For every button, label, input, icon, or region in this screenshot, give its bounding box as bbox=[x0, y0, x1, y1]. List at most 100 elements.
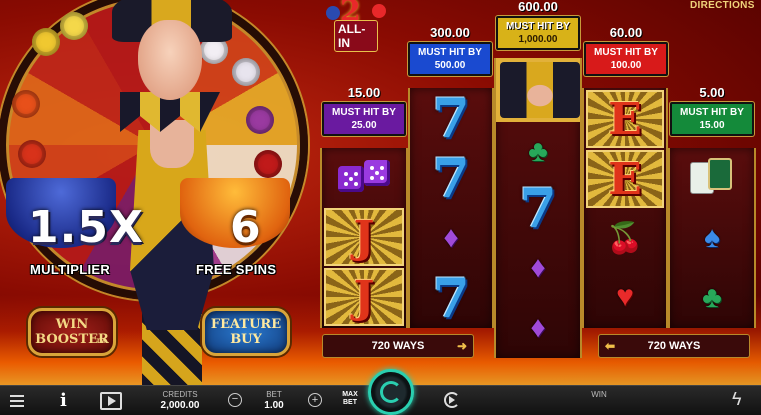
diamond-symbol: ♦ bbox=[530, 311, 546, 344]
jackpot-amount: 60.00 bbox=[609, 25, 643, 40]
jackpot-purple: 15.00 MUST HIT BY 25.00 bbox=[322, 84, 406, 136]
red-rose-decoration bbox=[18, 140, 46, 168]
ways-indicator-left: 720 WAYS ➜ bbox=[322, 334, 474, 358]
dice-icon bbox=[364, 160, 390, 186]
red-rose-icon bbox=[372, 4, 386, 18]
spade-symbol: ♠ bbox=[704, 221, 720, 254]
jackpot-amount: 15.00 bbox=[347, 85, 381, 100]
seven-symbol: 7 bbox=[432, 86, 470, 150]
must-hit-label: MUST HIT BY bbox=[594, 47, 658, 58]
bet-decrease-button[interactable]: − bbox=[228, 393, 242, 407]
must-hit-value: 1,000.00 bbox=[518, 34, 558, 45]
jester-wild-symbol bbox=[496, 58, 580, 122]
e-symbol: E bbox=[586, 90, 664, 148]
reel-3: ♣ 7 ♦ ♦ bbox=[494, 58, 582, 358]
blue-rose-icon bbox=[326, 6, 340, 20]
win-booster-button[interactable]: WIN BOOSTER TM bbox=[28, 308, 116, 356]
j-symbol: J bbox=[324, 268, 404, 326]
playing-card-icon bbox=[708, 158, 732, 190]
jester-portrait bbox=[500, 62, 580, 118]
max-bet-label-line2: BET bbox=[343, 399, 357, 406]
e-symbol: E bbox=[586, 150, 664, 208]
dice-icon bbox=[338, 166, 364, 192]
dice-symbol bbox=[322, 148, 406, 206]
yellow-rose-decoration bbox=[60, 12, 88, 40]
reel-1: J J bbox=[320, 148, 408, 328]
ways-indicator-right: ⬅ 720 WAYS bbox=[598, 334, 750, 358]
diamond-symbol: ♦ bbox=[443, 221, 459, 254]
cards-symbol bbox=[670, 148, 754, 208]
game-stage: 1.5X 6 MULTIPLIER FREE SPINS WIN BOOSTER… bbox=[0, 0, 761, 385]
free-spins-label: FREE SPINS bbox=[196, 262, 277, 277]
feature-buy-label-line2: BUY bbox=[230, 332, 262, 347]
jackpot-must-hit-box: MUST HIT BY 15.00 bbox=[670, 102, 754, 136]
seven-symbol: 7 bbox=[519, 176, 557, 240]
jackpot-must-hit-box: MUST HIT BY 1,000.00 bbox=[496, 16, 580, 50]
j-symbol: J bbox=[324, 208, 404, 266]
must-hit-label: MUST HIT BY bbox=[506, 21, 570, 32]
ways-label: 720 WAYS bbox=[647, 340, 701, 352]
plus-icon: + bbox=[311, 394, 319, 406]
cherry-symbol: 🍒 bbox=[606, 222, 644, 255]
jackpot-gold: 600.00 MUST HIT BY 1,000.00 bbox=[496, 0, 580, 50]
jackpot-amount: 600.00 bbox=[518, 0, 558, 14]
win-label: WIN bbox=[591, 390, 607, 399]
jester-face bbox=[138, 20, 202, 100]
feature-buy-button[interactable]: FEATURE BUY bbox=[202, 308, 290, 356]
credits-label: CREDITS bbox=[162, 390, 198, 399]
orange-rose-decoration bbox=[12, 90, 40, 118]
red-rose-decoration bbox=[254, 150, 282, 178]
minus-icon: − bbox=[231, 393, 239, 405]
reel-4: E E 🍒 ♥ bbox=[582, 88, 668, 328]
club-symbol: ♣ bbox=[528, 135, 548, 168]
ways-label: 720 WAYS bbox=[371, 340, 425, 352]
bet-value: 1.00 bbox=[264, 400, 284, 411]
must-hit-label: MUST HIT BY bbox=[680, 107, 744, 118]
multiplier-label: MULTIPLIER bbox=[30, 262, 111, 277]
trademark-mark: TM bbox=[96, 339, 105, 345]
info-icon[interactable]: i bbox=[60, 390, 67, 411]
jackpot-blue: 300.00 MUST HIT BY 500.00 bbox=[408, 24, 492, 76]
lightning-icon[interactable]: ϟ bbox=[732, 389, 742, 410]
directions-link[interactable]: DIRECTIONS bbox=[690, 0, 755, 11]
free-spins-value: 6 bbox=[230, 202, 262, 253]
must-hit-value: 25.00 bbox=[351, 120, 377, 131]
jackpot-must-hit-box: MUST HIT BY 100.00 bbox=[584, 42, 668, 76]
autoplay-icon[interactable] bbox=[444, 392, 460, 408]
must-hit-label: MUST HIT BY bbox=[418, 47, 482, 58]
jackpot-amount: 5.00 bbox=[699, 85, 725, 100]
jackpot-amount: 300.00 bbox=[430, 25, 470, 40]
jackpot-red: 60.00 MUST HIT BY 100.00 bbox=[584, 24, 668, 76]
max-bet-label-line1: MAX bbox=[342, 391, 358, 398]
reel-2: 7 7 ♦ 7 bbox=[408, 86, 494, 330]
hamburger-menu-icon[interactable] bbox=[10, 393, 24, 407]
spin-icon bbox=[380, 381, 402, 403]
multiplier-value: 1.5X bbox=[28, 202, 144, 253]
jackpot-must-hit-box: MUST HIT BY 25.00 bbox=[322, 102, 406, 136]
must-hit-value: 500.00 bbox=[434, 60, 466, 71]
credits-value: 2,000.00 bbox=[160, 400, 200, 411]
diamond-symbol: ♦ bbox=[530, 251, 546, 284]
arrow-left-icon: ⬅ bbox=[605, 339, 616, 353]
bet-increase-button[interactable]: + bbox=[308, 393, 322, 407]
logo-text: ALL-IN bbox=[334, 20, 378, 52]
spin-button[interactable] bbox=[368, 369, 414, 415]
video-icon[interactable] bbox=[100, 392, 122, 410]
jackpot-green: 5.00 MUST HIT BY 15.00 bbox=[670, 84, 754, 136]
must-hit-value: 15.00 bbox=[699, 120, 725, 131]
arrow-right-icon: ➜ bbox=[456, 339, 467, 353]
seven-symbol: 7 bbox=[432, 146, 470, 210]
jackpot-must-hit-box: MUST HIT BY 500.00 bbox=[408, 42, 492, 76]
club-symbol: ♣ bbox=[702, 281, 722, 314]
yellow-rose-decoration bbox=[32, 28, 60, 56]
bet-label: BET bbox=[266, 390, 282, 399]
feature-buy-label-line1: FEATURE bbox=[210, 317, 282, 332]
must-hit-label: MUST HIT BY bbox=[332, 107, 396, 118]
reel-5: ♠ ♣ bbox=[668, 148, 756, 328]
game-logo: 2 ALL-IN bbox=[326, 0, 386, 52]
win-booster-label-line1: WIN bbox=[55, 317, 89, 332]
must-hit-value: 100.00 bbox=[610, 60, 642, 71]
heart-symbol: ♥ bbox=[616, 280, 634, 313]
max-bet-button[interactable]: MAX BET bbox=[338, 391, 362, 407]
seven-symbol: 7 bbox=[432, 266, 470, 330]
